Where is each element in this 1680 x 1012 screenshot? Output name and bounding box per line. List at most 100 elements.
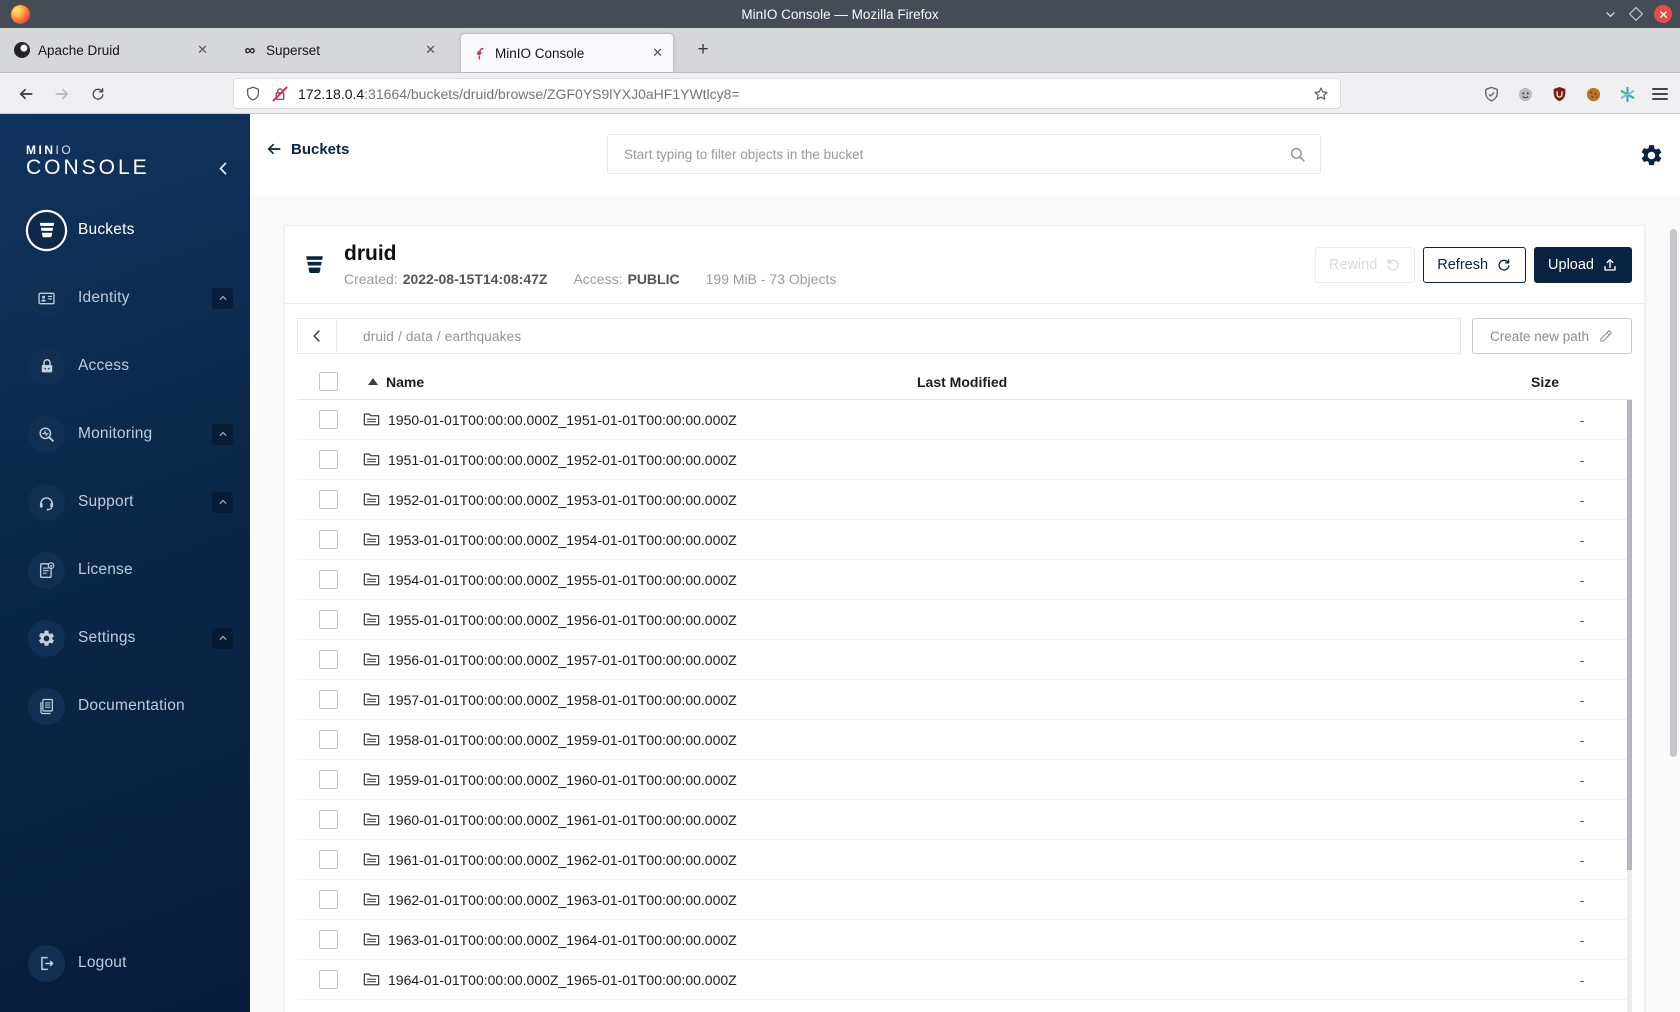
window-close-button[interactable] bbox=[1654, 5, 1672, 23]
table-row[interactable]: 1957-01-01T00:00:00.000Z_1958-01-01T00:0… bbox=[297, 680, 1632, 720]
create-new-path-button[interactable]: Create new path bbox=[1472, 318, 1632, 354]
row-checkbox[interactable] bbox=[319, 570, 338, 589]
back-button[interactable] bbox=[12, 80, 40, 108]
chevron-up-icon[interactable] bbox=[212, 423, 233, 445]
row-checkbox[interactable] bbox=[319, 890, 338, 909]
row-checkbox[interactable] bbox=[319, 730, 338, 749]
row-checkbox[interactable] bbox=[319, 850, 338, 869]
forward-button[interactable] bbox=[48, 80, 76, 108]
sidebar-item-logout[interactable]: Logout bbox=[0, 929, 250, 997]
refresh-button[interactable]: Refresh bbox=[1423, 246, 1527, 283]
back-to-buckets-link[interactable]: Buckets bbox=[265, 140, 349, 158]
table-row[interactable]: 1954-01-01T00:00:00.000Z_1955-01-01T00:0… bbox=[297, 560, 1632, 600]
table-row[interactable]: 1963-01-01T00:00:00.000Z_1964-01-01T00:0… bbox=[297, 920, 1632, 960]
chevron-up-icon[interactable] bbox=[212, 287, 233, 309]
tab-close-icon[interactable]: ✕ bbox=[652, 45, 663, 61]
row-checkbox[interactable] bbox=[319, 690, 338, 709]
chevron-up-icon[interactable] bbox=[212, 627, 233, 649]
object-name[interactable]: 1952-01-01T00:00:00.000Z_1953-01-01T00:0… bbox=[388, 492, 737, 508]
page-scrollbar[interactable] bbox=[1670, 229, 1677, 1012]
chevron-up-icon[interactable] bbox=[212, 491, 233, 513]
table-row[interactable]: 1960-01-01T00:00:00.000Z_1961-01-01T00:0… bbox=[297, 800, 1632, 840]
object-name[interactable]: 1963-01-01T00:00:00.000Z_1964-01-01T00:0… bbox=[388, 932, 737, 948]
url-text[interactable]: 172.18.0.4:31664/buckets/druid/browse/ZG… bbox=[298, 86, 1312, 102]
path-back-icon[interactable] bbox=[298, 319, 337, 353]
filter-objects-input[interactable] bbox=[608, 135, 1320, 173]
insecure-lock-icon[interactable] bbox=[271, 85, 289, 103]
extension-ublock-icon[interactable] bbox=[1550, 85, 1569, 104]
tracking-shield-icon[interactable] bbox=[244, 85, 262, 103]
list-scrollbar[interactable] bbox=[1627, 400, 1632, 1012]
reload-button[interactable] bbox=[84, 80, 112, 108]
row-checkbox[interactable] bbox=[319, 610, 338, 629]
row-checkbox[interactable] bbox=[319, 970, 338, 989]
column-name[interactable]: Name bbox=[386, 374, 424, 390]
object-name[interactable]: 1950-01-01T00:00:00.000Z_1951-01-01T00:0… bbox=[388, 412, 737, 428]
object-name[interactable]: 1953-01-01T00:00:00.000Z_1954-01-01T00:0… bbox=[388, 532, 737, 548]
tab-close-icon[interactable]: ✕ bbox=[425, 42, 436, 58]
menu-hamburger-icon[interactable] bbox=[1652, 88, 1668, 100]
select-all-checkbox[interactable] bbox=[319, 372, 338, 391]
table-row[interactable]: 1955-01-01T00:00:00.000Z_1956-01-01T00:0… bbox=[297, 600, 1632, 640]
tab-close-icon[interactable]: ✕ bbox=[197, 42, 208, 58]
row-checkbox[interactable] bbox=[319, 410, 338, 429]
sidebar-item-license[interactable]: License bbox=[0, 536, 250, 604]
row-checkbox[interactable] bbox=[319, 650, 338, 669]
row-checkbox[interactable] bbox=[319, 490, 338, 509]
extension-containers-icon[interactable] bbox=[1516, 85, 1535, 104]
sidebar-item-access[interactable]: Access bbox=[0, 332, 250, 400]
table-row[interactable]: 1958-01-01T00:00:00.000Z_1959-01-01T00:0… bbox=[297, 720, 1632, 760]
row-checkbox[interactable] bbox=[319, 770, 338, 789]
table-row[interactable]: 1953-01-01T00:00:00.000Z_1954-01-01T00:0… bbox=[297, 520, 1632, 560]
row-checkbox[interactable] bbox=[319, 810, 338, 829]
object-name[interactable]: 1961-01-01T00:00:00.000Z_1962-01-01T00:0… bbox=[388, 852, 737, 868]
url-bar[interactable]: 172.18.0.4:31664/buckets/druid/browse/ZG… bbox=[233, 78, 1341, 109]
window-maximize-button[interactable] bbox=[1628, 6, 1644, 22]
sidebar-item-settings[interactable]: Settings bbox=[0, 604, 250, 672]
column-size[interactable]: Size bbox=[1531, 374, 1559, 390]
object-name[interactable]: 1959-01-01T00:00:00.000Z_1960-01-01T00:0… bbox=[388, 772, 737, 788]
object-name[interactable]: 1962-01-01T00:00:00.000Z_1963-01-01T00:0… bbox=[388, 892, 737, 908]
sidebar-item-buckets[interactable]: Buckets bbox=[0, 196, 250, 264]
sidebar-item-identity[interactable]: Identity bbox=[0, 264, 250, 332]
object-name[interactable]: 1954-01-01T00:00:00.000Z_1955-01-01T00:0… bbox=[388, 572, 737, 588]
object-name[interactable]: 1956-01-01T00:00:00.000Z_1957-01-01T00:0… bbox=[388, 652, 737, 668]
table-row[interactable]: 1961-01-01T00:00:00.000Z_1962-01-01T00:0… bbox=[297, 840, 1632, 880]
table-row[interactable]: 1956-01-01T00:00:00.000Z_1957-01-01T00:0… bbox=[297, 640, 1632, 680]
column-last-modified[interactable]: Last Modified bbox=[917, 374, 1007, 390]
new-tab-button[interactable]: + bbox=[688, 28, 718, 72]
sidebar-item-monitoring[interactable]: Monitoring bbox=[0, 400, 250, 468]
sidebar-item-support[interactable]: Support bbox=[0, 468, 250, 536]
window-minimize-button[interactable] bbox=[1603, 7, 1618, 22]
table-header: Name Last Modified Size bbox=[297, 364, 1632, 400]
bookmark-star-icon[interactable] bbox=[1312, 85, 1330, 103]
table-row[interactable]: 1959-01-01T00:00:00.000Z_1960-01-01T00:0… bbox=[297, 760, 1632, 800]
table-row[interactable]: 1952-01-01T00:00:00.000Z_1953-01-01T00:0… bbox=[297, 480, 1632, 520]
sidebar-collapse-icon[interactable] bbox=[215, 160, 232, 177]
breadcrumb[interactable]: druid / data / earthquakes bbox=[337, 329, 521, 344]
table-row[interactable]: 1951-01-01T00:00:00.000Z_1952-01-01T00:0… bbox=[297, 440, 1632, 480]
table-row[interactable]: 1962-01-01T00:00:00.000Z_1963-01-01T00:0… bbox=[297, 880, 1632, 920]
object-name[interactable]: 1958-01-01T00:00:00.000Z_1959-01-01T00:0… bbox=[388, 732, 737, 748]
row-checkbox[interactable] bbox=[319, 530, 338, 549]
sidebar-item-documentation[interactable]: Documentation bbox=[0, 672, 250, 740]
extension-cookie-icon[interactable] bbox=[1584, 85, 1603, 104]
object-name[interactable]: 1957-01-01T00:00:00.000Z_1958-01-01T00:0… bbox=[388, 692, 737, 708]
object-name[interactable]: 1960-01-01T00:00:00.000Z_1961-01-01T00:0… bbox=[388, 812, 737, 828]
tab-minio-console[interactable]: MinIO Console ✕ bbox=[460, 33, 674, 72]
table-row[interactable]: 1950-01-01T00:00:00.000Z_1951-01-01T00:0… bbox=[297, 400, 1632, 440]
object-name[interactable]: 1955-01-01T00:00:00.000Z_1956-01-01T00:0… bbox=[388, 612, 737, 628]
row-checkbox[interactable] bbox=[319, 450, 338, 469]
object-name[interactable]: 1951-01-01T00:00:00.000Z_1952-01-01T00:0… bbox=[388, 452, 737, 468]
object-name[interactable]: 1964-01-01T00:00:00.000Z_1965-01-01T00:0… bbox=[388, 972, 737, 988]
rewind-button[interactable]: Rewind bbox=[1314, 246, 1416, 283]
upload-button[interactable]: Upload bbox=[1534, 246, 1632, 283]
tab-apache-druid[interactable]: Apache Druid ✕ bbox=[4, 28, 218, 72]
extension-shield-icon[interactable] bbox=[1482, 85, 1501, 104]
table-row[interactable]: 1964-01-01T00:00:00.000Z_1965-01-01T00:0… bbox=[297, 960, 1632, 1000]
sort-ascending-icon[interactable] bbox=[368, 378, 378, 385]
extension-asterisk-icon[interactable] bbox=[1618, 85, 1637, 104]
settings-gear-icon[interactable] bbox=[1639, 143, 1664, 168]
row-checkbox[interactable] bbox=[319, 930, 338, 949]
tab-superset[interactable]: ∞ Superset ✕ bbox=[232, 28, 446, 72]
